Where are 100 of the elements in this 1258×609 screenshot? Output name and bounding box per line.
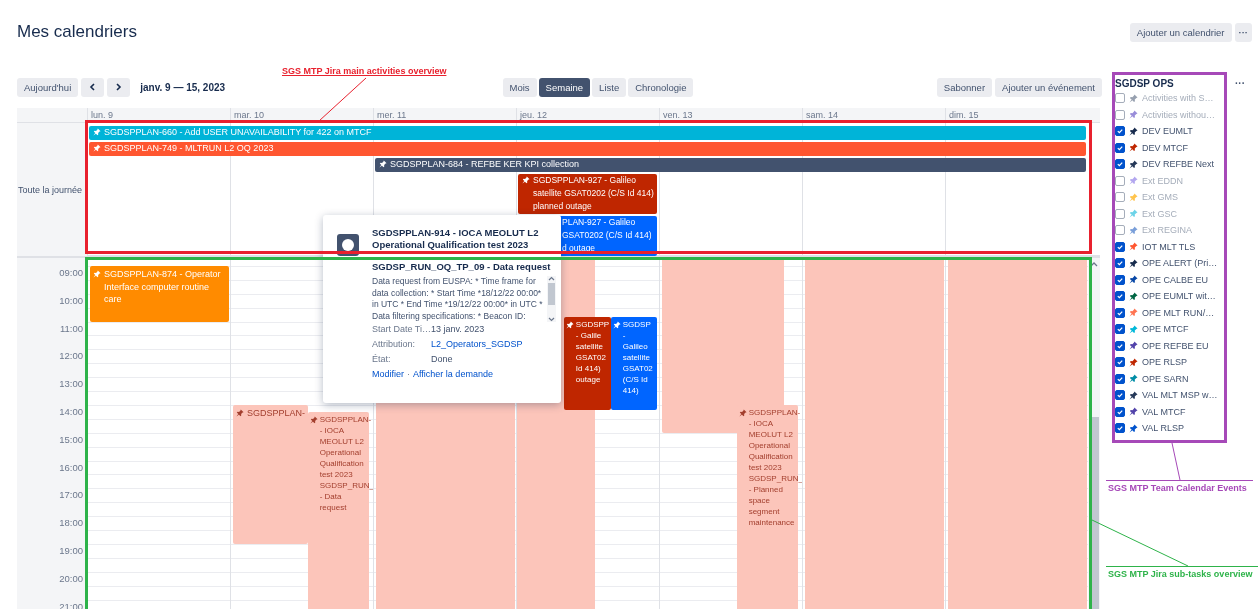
checkbox[interactable] (1115, 159, 1125, 170)
checkbox[interactable] (1115, 274, 1125, 285)
pin-icon (738, 409, 747, 417)
day-header: dim. 15 (945, 108, 1088, 122)
popup-subtitle: SGDSP_RUN_OQ_TP_09 - Data request (372, 261, 552, 273)
checkbox[interactable] (1115, 340, 1125, 351)
checkbox[interactable] (1115, 192, 1125, 203)
pin-icon (309, 415, 318, 424)
chevron-down-icon (548, 317, 555, 322)
view-request-link[interactable]: Afficher la demande (413, 367, 493, 381)
chevron-up-icon (548, 276, 555, 281)
hour-label: 17:00 (58, 489, 84, 503)
event-title: SGDSPPLAN-749 - MLTRUN L2 OQ 2023 (104, 142, 274, 155)
checkbox[interactable] (1115, 291, 1125, 302)
all-day-event[interactable]: SGDSPPLAN-684 - REFBE KER KPI collection (375, 158, 1086, 172)
calendar-name[interactable]: VAL RLSP (1142, 423, 1185, 434)
calendar-name[interactable]: DEV EUMLT (1142, 126, 1193, 137)
event-block[interactable]: SGDSPP - Galile satellite GSAT02 Id 414) outage (563, 316, 611, 410)
add-event-button[interactable]: Ajouter un événement (995, 77, 1102, 97)
pin-icon (379, 160, 387, 168)
hour-label: 16:00 (58, 461, 84, 475)
view-tab[interactable]: Chronologie (628, 77, 694, 97)
checkbox[interactable] (1115, 142, 1125, 153)
chevron-up-icon (1090, 261, 1098, 267)
hour-label: 18:00 (58, 517, 84, 531)
view-tab[interactable]: Mois (502, 77, 537, 97)
event-block[interactable]: SGDSP - Galileo satellite GSAT02 (C/S Id 414) (610, 316, 657, 410)
calendar-name[interactable]: VAL MLT MSP w… (1142, 390, 1218, 401)
day-header: ven. 13 (659, 108, 802, 122)
more-button[interactable]: ··· (1234, 22, 1252, 42)
checkbox[interactable] (1115, 373, 1125, 384)
more-button[interactable]: ··· (1235, 77, 1245, 89)
checkbox[interactable] (1115, 357, 1125, 368)
scrollbar[interactable] (547, 276, 556, 322)
field-link[interactable]: L2_Operators_SGDSP (431, 337, 523, 352)
pin-icon (93, 128, 101, 136)
calendar-name[interactable]: IOT MLT TLS (1142, 241, 1196, 252)
calendar-name[interactable]: OPE REFBE EU (1142, 340, 1209, 351)
annotation-label: SGS MTP Jira sub-tasks overview (1106, 566, 1258, 579)
annotation-label: SGS MTP Team Calendar Events (1106, 480, 1253, 493)
annotation-label: SGS MTP Jira main activities overview (282, 66, 447, 76)
checkbox[interactable] (1115, 109, 1125, 120)
field-value: 13 janv. 2023 (431, 323, 485, 336)
checkbox[interactable] (1115, 258, 1125, 269)
leader-line (1171, 442, 1181, 481)
edit-link[interactable]: Modifier (372, 367, 404, 381)
checkbox[interactable] (1115, 324, 1125, 335)
day-header: lun. 9 (87, 108, 230, 122)
event-title: PLAN-927 - Galileo GSAT0202 (C/S Id 414) d outage (562, 216, 652, 255)
view-tab[interactable]: Semaine (538, 77, 591, 97)
event-title: SGDSPPLAN-684 - REFBE KER KPI collection (390, 158, 580, 171)
field-label: Attribution: (372, 338, 417, 351)
calendar-name[interactable]: OPE EUMLT wit… (1142, 291, 1216, 302)
day-header: jeu. 12 (516, 108, 659, 122)
add-calendar-button[interactable]: Ajouter un calendrier (1129, 22, 1232, 42)
checkbox[interactable] (1115, 390, 1125, 401)
checkbox[interactable] (1115, 126, 1125, 137)
next-button[interactable] (107, 77, 131, 97)
previous-button[interactable] (81, 77, 105, 97)
today-button[interactable]: Aujourd'hui (17, 77, 79, 97)
view-tab[interactable]: Liste (592, 77, 627, 97)
hour-label: 20:00 (58, 572, 84, 586)
checkbox[interactable] (1115, 241, 1125, 252)
calendar-name[interactable]: OPE CALBE EU (1142, 274, 1209, 285)
checkbox[interactable] (1115, 93, 1125, 104)
day-header: mar. 10 (230, 108, 373, 122)
hour-label: 09:00 (58, 267, 84, 280)
chevron-right-icon (115, 83, 123, 91)
pin-icon (565, 320, 574, 329)
hour-label: 15:00 (58, 433, 84, 447)
pin-icon (612, 320, 621, 329)
hour-label: 12:00 (58, 350, 84, 364)
calendar-name[interactable]: OPE MTCF (1142, 324, 1189, 335)
subscribe-button[interactable]: Sabonner (936, 77, 993, 97)
hour-label: 14:00 (58, 406, 84, 419)
checkbox[interactable] (1115, 423, 1125, 434)
field-value: Done (431, 353, 453, 366)
pin-icon (522, 176, 530, 184)
event-block[interactable]: SGDSPPLAN- (233, 405, 308, 544)
calendar-name[interactable]: DEV MTCF (1142, 142, 1188, 153)
calendar-name[interactable]: OPE ALERT (Pri… (1142, 258, 1218, 269)
event-title: SGDSPPLAN-874 - Operator Interface computer routine care (104, 268, 221, 306)
checkbox[interactable] (1115, 307, 1125, 318)
calendar-name[interactable]: OPE MLT RUN/… (1142, 307, 1215, 318)
field-label: État: (372, 353, 392, 366)
all-day-event[interactable]: SGDSPPLAN-927 - Galileo satellite GSAT0202 (C/S Id 414) planned outage (518, 174, 657, 214)
hour-label: 10:00 (58, 294, 84, 308)
checkbox[interactable] (1115, 406, 1125, 417)
calendar-name[interactable]: OPE RLSP (1142, 357, 1188, 368)
day-header: sam. 14 (802, 108, 945, 122)
checkbox[interactable] (1115, 225, 1125, 236)
pin-icon (93, 270, 101, 278)
pin-icon (236, 409, 244, 417)
checkbox[interactable] (1115, 175, 1125, 186)
checkbox[interactable] (1115, 208, 1125, 219)
hour-label: 19:00 (58, 544, 84, 558)
calendar-name[interactable]: VAL MTCF (1142, 406, 1186, 417)
hour-label: 13:00 (58, 378, 84, 392)
calendar-name[interactable]: OPE SARN (1142, 373, 1189, 384)
calendar-name[interactable]: DEV REFBE Next (1142, 159, 1215, 170)
